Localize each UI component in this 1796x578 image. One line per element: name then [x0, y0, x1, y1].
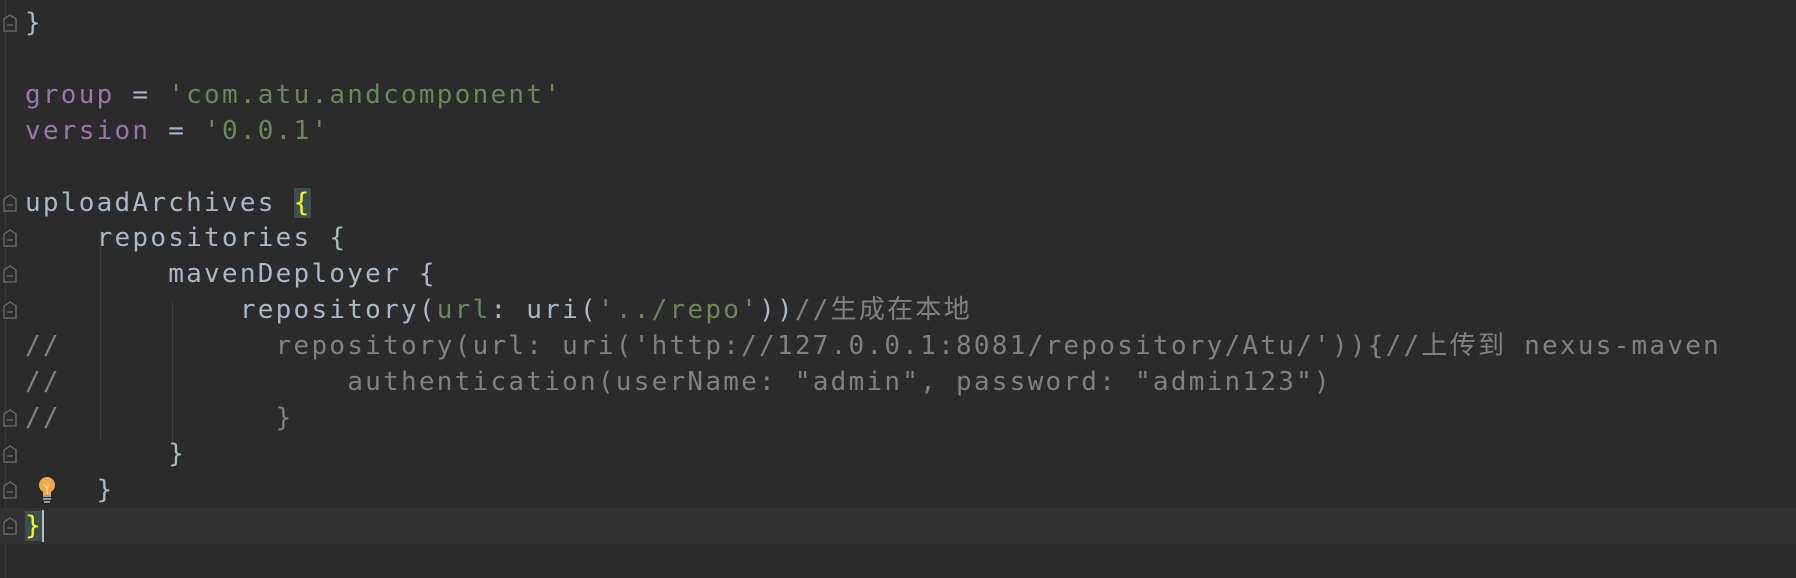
- fold-marker-icon[interactable]: [3, 445, 17, 463]
- token-plain: repositories {: [25, 223, 348, 254]
- code-line[interactable]: [0, 149, 1796, 185]
- code-line[interactable]: repositories {: [0, 220, 1796, 256]
- token-prop: version: [25, 115, 151, 146]
- fold-marker-icon[interactable]: [3, 229, 17, 248]
- code-line[interactable]: }: [0, 436, 1796, 472]
- fold-marker-icon[interactable]: [3, 301, 17, 319]
- lightbulb-intention-icon[interactable]: [38, 476, 56, 504]
- token-plain: =: [150, 115, 205, 146]
- fold-marker-icon[interactable]: [3, 265, 17, 283]
- code-line[interactable]: // }: [0, 400, 1796, 436]
- line-text[interactable]: repositories {: [25, 220, 347, 256]
- fold-marker-icon[interactable]: [3, 193, 17, 212]
- token-str: '../repo': [597, 295, 760, 326]
- code-line[interactable]: }: [0, 5, 1796, 41]
- code-line[interactable]: // authentication(userName: "admin", pas…: [0, 364, 1796, 400]
- token-plain: )): [759, 295, 795, 326]
- code-line[interactable]: }: [0, 472, 1796, 508]
- token-comment: // authentication(userName: "admin", pas…: [25, 367, 1332, 397]
- token-str: 'com.atu.andcomponent': [168, 79, 563, 110]
- token-named: url: [436, 295, 491, 326]
- code-line[interactable]: uploadArchives {: [0, 185, 1796, 221]
- token-str: '0.0.1': [204, 115, 330, 146]
- fold-marker-icon[interactable]: [3, 480, 17, 499]
- code-line[interactable]: version = '0.0.1': [0, 113, 1796, 149]
- line-text[interactable]: uploadArchives {: [25, 185, 312, 221]
- token-comment: //生成在本地: [794, 295, 972, 326]
- line-text[interactable]: repository(url: uri('../repo'))//生成在本地: [25, 292, 972, 328]
- token-plain: =: [114, 79, 169, 110]
- line-text[interactable]: }: [25, 436, 186, 472]
- token-plain: uploadArchives: [25, 187, 294, 218]
- token-brace-match: {: [293, 187, 312, 218]
- current-code-line[interactable]: }: [0, 507, 1796, 544]
- line-text[interactable]: // repository(url: uri('http://127.0.0.1…: [25, 328, 1721, 364]
- code-line[interactable]: mavenDeployer {: [0, 256, 1796, 292]
- code-line[interactable]: group = 'com.atu.andcomponent': [0, 77, 1796, 113]
- fold-marker-icon[interactable]: [3, 14, 17, 32]
- code-editor[interactable]: } group = 'com.atu.andcomponent' version =…: [0, 0, 1796, 578]
- line-text[interactable]: }: [25, 508, 43, 544]
- code-line[interactable]: repository(url: uri('../repo'))//生成在本地: [0, 292, 1796, 328]
- fold-marker-icon[interactable]: [3, 516, 17, 535]
- line-text[interactable]: mavenDeployer {: [25, 256, 437, 292]
- token-plain: mavenDeployer {: [25, 259, 437, 290]
- token-comment: // }: [25, 402, 294, 433]
- token-plain: }: [25, 8, 43, 38]
- token-comment: // repository(url: uri('http://127.0.0.1…: [25, 331, 1722, 362]
- token-plain: : uri(: [490, 295, 598, 326]
- fold-marker-icon[interactable]: [3, 409, 17, 427]
- code-line[interactable]: // repository(url: uri('http://127.0.0.1…: [0, 328, 1796, 364]
- text-caret: [42, 509, 44, 542]
- token-brace-match: }: [25, 510, 43, 541]
- line-text[interactable]: group = 'com.atu.andcomponent': [25, 77, 562, 113]
- token-plain: }: [25, 438, 187, 469]
- line-text[interactable]: version = '0.0.1': [25, 113, 329, 149]
- line-text[interactable]: // }: [25, 400, 294, 436]
- token-prop: group: [25, 79, 115, 110]
- line-text[interactable]: // authentication(userName: "admin", pas…: [25, 364, 1332, 400]
- token-plain: repository(: [25, 295, 437, 326]
- code-line[interactable]: [0, 41, 1796, 77]
- line-text[interactable]: }: [25, 5, 43, 41]
